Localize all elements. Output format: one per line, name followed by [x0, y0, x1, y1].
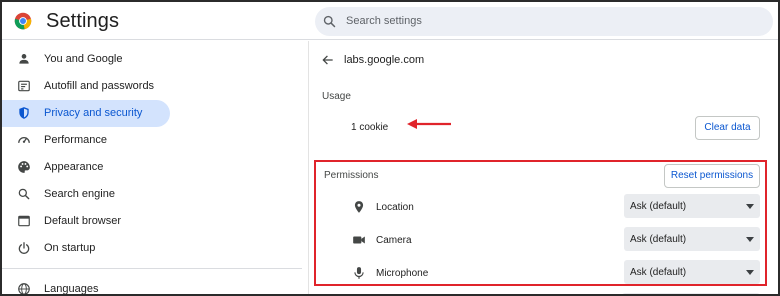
sidebar-divider	[2, 268, 302, 269]
chevron-down-icon	[746, 270, 754, 275]
sidebar-item-label: Languages	[44, 283, 99, 295]
permissions-heading: Permissions	[324, 170, 379, 181]
red-arrow-annotation	[407, 119, 451, 129]
sidebar-item-search-engine[interactable]: Search engine	[2, 181, 170, 208]
person-icon	[19, 54, 29, 64]
chrome-logo-icon	[14, 12, 32, 30]
permission-label: Camera	[376, 235, 412, 246]
sidebar-item-privacy[interactable]: Privacy and security	[2, 100, 170, 127]
sidebar-item-label: Appearance	[44, 161, 104, 173]
sidebar-item-on-startup[interactable]: On startup	[2, 235, 170, 262]
back-arrow-icon[interactable]	[321, 53, 335, 67]
sidebar-item-label: Privacy and security	[44, 107, 143, 119]
sidebar-item-appearance[interactable]: Appearance	[2, 154, 170, 181]
browser-icon	[18, 215, 30, 227]
chevron-down-icon	[746, 204, 754, 209]
search-icon	[323, 15, 336, 28]
shield-icon	[19, 107, 29, 119]
microphone-select[interactable]: Ask (default)	[624, 260, 760, 284]
chevron-down-icon	[746, 237, 754, 242]
sidebar-item-autofill[interactable]: Autofill and passwords	[2, 73, 170, 100]
permission-row-microphone: Microphone Ask (default)	[316, 260, 765, 286]
location-pin-icon	[354, 201, 364, 213]
sidebar-item-performance[interactable]: Performance	[2, 127, 170, 154]
clear-data-button[interactable]: Clear data	[695, 116, 760, 140]
permission-row-camera: Camera Ask (default)	[316, 227, 765, 253]
microphone-icon	[354, 267, 364, 279]
sidebar-item-label: Search engine	[44, 188, 115, 200]
camera-select[interactable]: Ask (default)	[624, 227, 760, 251]
sidebar: You and Google Autofill and passwords Pr…	[2, 41, 308, 295]
sidebar-item-label: Default browser	[44, 215, 122, 227]
usage-heading: Usage	[322, 91, 351, 102]
site-name: labs.google.com	[344, 54, 425, 66]
location-select[interactable]: Ask (default)	[624, 194, 760, 218]
search-placeholder: Search settings	[346, 15, 422, 27]
permission-label: Microphone	[376, 268, 429, 279]
sidebar-item-label: You and Google	[44, 53, 123, 65]
autofill-icon	[18, 80, 30, 92]
sidebar-item-default-browser[interactable]: Default browser	[2, 208, 170, 235]
sidebar-item-label: On startup	[44, 242, 96, 254]
reset-permissions-button[interactable]: Reset permissions	[664, 164, 760, 188]
globe-icon	[18, 283, 30, 294]
site-settings-panel: labs.google.com Usage 1 cookie Clear dat…	[309, 41, 778, 294]
select-value: Ask (default)	[630, 234, 687, 245]
top-bar: Settings Search settings	[2, 2, 778, 40]
cookie-count: 1 cookie	[351, 122, 389, 133]
permissions-section: Permissions Reset permissions Location A…	[314, 160, 767, 286]
power-icon	[18, 242, 30, 254]
select-value: Ask (default)	[630, 201, 687, 212]
settings-window: Settings Search settings You and Google	[0, 0, 780, 296]
search-input[interactable]: Search settings	[315, 7, 773, 36]
sidebar-item-label: Performance	[44, 134, 107, 146]
select-value: Ask (default)	[630, 267, 687, 278]
videocam-icon	[353, 236, 365, 244]
sidebar-item-you-and-google[interactable]: You and Google	[2, 46, 170, 73]
page-title: Settings	[46, 10, 120, 32]
sidebar-item-languages[interactable]: Languages	[2, 276, 170, 295]
permission-row-location: Location Ask (default)	[316, 194, 765, 220]
speedometer-icon	[18, 137, 30, 144]
sidebar-item-label: Autofill and passwords	[44, 80, 155, 92]
search-icon	[18, 188, 30, 200]
palette-icon	[18, 161, 30, 173]
permission-label: Location	[376, 202, 414, 213]
